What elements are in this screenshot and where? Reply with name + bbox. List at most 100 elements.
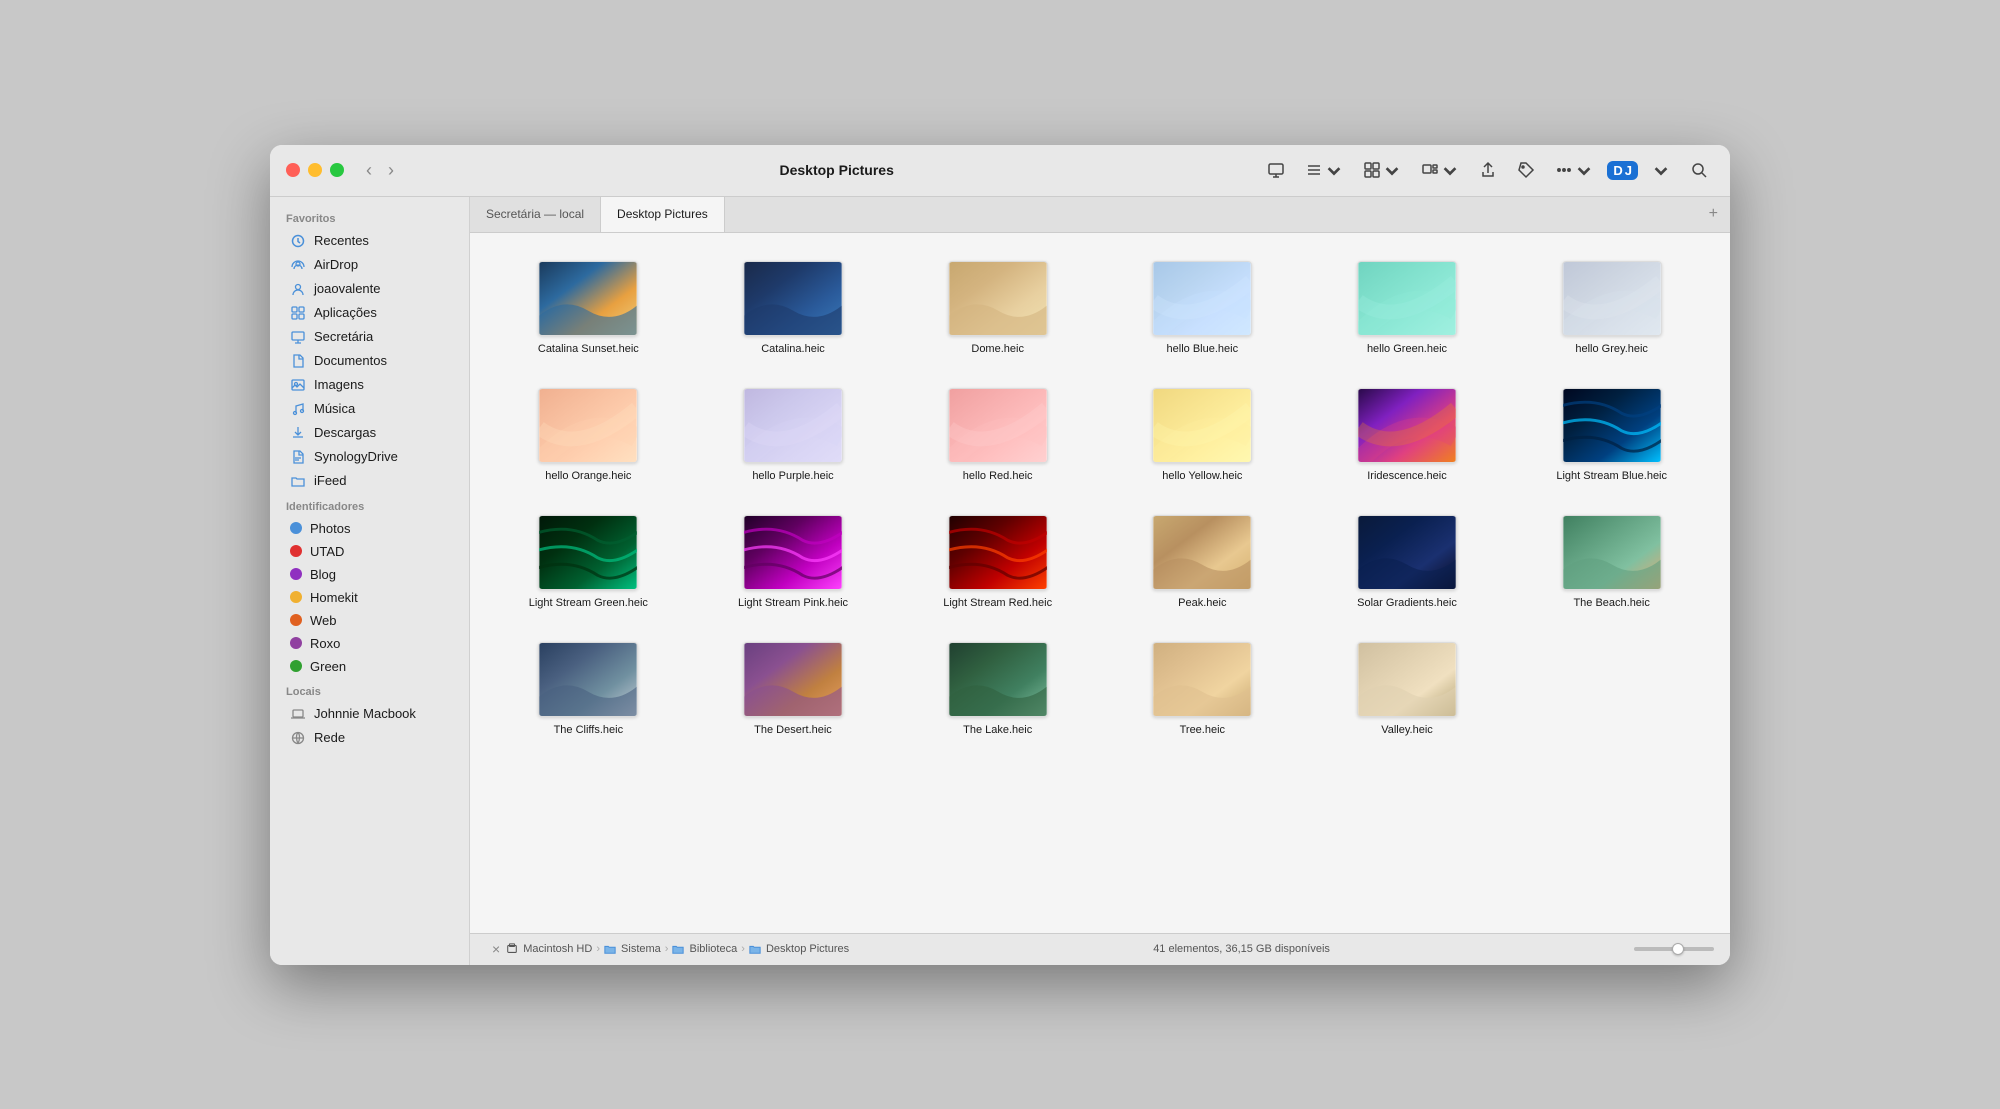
sidebar-item-rede[interactable]: Rede [274,726,465,750]
chevron-down-icon3 [1441,161,1459,179]
sidebar-item-documentos[interactable]: Documentos [274,349,465,373]
close-button[interactable] [286,163,300,177]
traffic-lights [286,163,344,177]
sidebar-item-secretaria[interactable]: Secretária [274,325,465,349]
sidebar-item-airdrop[interactable]: AirDrop [274,253,465,277]
file-item-peak[interactable]: Peak.heic [1104,507,1301,618]
forward-button[interactable]: › [382,156,400,185]
sidebar-item-synologydrive[interactable]: SynologyDrive [274,445,465,469]
sidebar-label-green: Green [310,659,346,674]
file-grid: Catalina Sunset.heic Catalina.heic Dome.he… [470,233,1730,933]
grid-view-button[interactable] [1357,157,1407,183]
chevron-down-icon [1325,161,1343,179]
more-button[interactable] [1549,157,1599,183]
back-button[interactable]: ‹ [360,156,378,185]
file-thumbnail [1152,388,1252,463]
file-item-hello-blue[interactable]: hello Blue.heic [1104,253,1301,364]
file-item-iridescence[interactable]: Iridescence.heic [1309,380,1506,491]
sidebar-label-joaovalente: joaovalente [314,281,381,296]
file-item-light-stream-pink[interactable]: Light Stream Pink.heic [695,507,892,618]
chevron-icon [1652,161,1670,179]
sidebar-item-ifeed[interactable]: iFeed [274,469,465,493]
sidebar-item-musica[interactable]: Música [274,397,465,421]
file-item-catalina-sunset[interactable]: Catalina Sunset.heic [490,253,687,364]
chevron-button[interactable] [1646,157,1676,183]
share-button[interactable] [1473,157,1503,183]
file-name: hello Purple.heic [752,469,833,483]
file-item-catalina[interactable]: Catalina.heic [695,253,892,364]
search-button[interactable] [1684,157,1714,183]
file-thumbnail [948,388,1048,463]
file-item-hello-purple[interactable]: hello Purple.heic [695,380,892,491]
file-item-hello-yellow[interactable]: hello Yellow.heic [1104,380,1301,491]
tab-secretaria[interactable]: Secretária — local [470,197,601,232]
sidebar-item-photos[interactable]: Photos [274,517,465,540]
file-name: Valley.heic [1381,723,1433,737]
file-item-hello-orange[interactable]: hello Orange.heic [490,380,687,491]
search-icon [1690,161,1708,179]
file-name: Dome.heic [971,342,1024,356]
file-item-cliffs[interactable]: The Cliffs.heic [490,634,687,745]
panel-close-button[interactable]: × [486,939,506,959]
sidebar-label-roxo: Roxo [310,636,340,651]
file-item-light-stream-green[interactable]: Light Stream Green.heic [490,507,687,618]
sidebar-item-web[interactable]: Web [274,609,465,632]
file-name: Tree.heic [1180,723,1225,737]
sidebar-label-web: Web [310,613,337,628]
app-icon-button[interactable]: D J [1607,161,1638,180]
dot-utad [290,545,302,557]
breadcrumb-item-desktoppictures: Desktop Pictures [749,943,849,955]
main-panel: Secretária — local Desktop Pictures + Ca… [470,197,1730,965]
grid-icon [1363,161,1381,179]
more-icon [1555,161,1573,179]
file-name: hello Blue.heic [1167,342,1239,356]
file-item-valley[interactable]: Valley.heic [1309,634,1506,745]
sidebar-item-utad[interactable]: UTAD [274,540,465,563]
file-thumbnail [1562,388,1662,463]
file-item-desert[interactable]: The Desert.heic [695,634,892,745]
sidebar-item-recentes[interactable]: Recentes [274,229,465,253]
sidebar-item-roxo[interactable]: Roxo [274,632,465,655]
sidebar-item-descargas[interactable]: Descargas [274,421,465,445]
file-thumbnail [538,388,638,463]
file-item-lake[interactable]: The Lake.heic [899,634,1096,745]
sidebar-item-green[interactable]: Green [274,655,465,678]
tab-desktop-pictures[interactable]: Desktop Pictures [601,197,725,232]
file-item-dome[interactable]: Dome.heic [899,253,1096,364]
dot-homekit [290,591,302,603]
file-item-hello-green[interactable]: hello Green.heic [1309,253,1506,364]
file-thumbnail [743,388,843,463]
zoom-slider[interactable] [1634,947,1714,951]
sidebar-section-locais: Locais [270,678,469,702]
gallery-view-button[interactable] [1415,157,1465,183]
sidebar-item-johnnie[interactable]: Johnnie Macbook [274,702,465,726]
file-item-tree[interactable]: Tree.heic [1104,634,1301,745]
file-name: hello Red.heic [963,469,1033,483]
file-thumbnail [948,642,1048,717]
sidebar-label-imagens: Imagens [314,377,364,392]
list-view-button[interactable] [1299,157,1349,183]
minimize-button[interactable] [308,163,322,177]
file-item-hello-red[interactable]: hello Red.heic [899,380,1096,491]
file-item-light-stream-blue[interactable]: Light Stream Blue.heic [1513,380,1710,491]
file-name: hello Grey.heic [1575,342,1648,356]
sidebar-item-blog[interactable]: Blog [274,563,465,586]
tab-add-button[interactable]: + [1697,197,1730,232]
file-item-beach[interactable]: The Beach.heic [1513,507,1710,618]
file-item-hello-grey[interactable]: hello Grey.heic [1513,253,1710,364]
file-name: The Cliffs.heic [554,723,624,737]
file-thumbnail [1357,642,1457,717]
file-item-solar[interactable]: Solar Gradients.heic [1309,507,1506,618]
maximize-button[interactable] [330,163,344,177]
sidebar: Favoritos Recentes [270,197,470,965]
sidebar-item-homekit[interactable]: Homekit [274,586,465,609]
chevron-down-icon2 [1383,161,1401,179]
sidebar-item-joaovalente[interactable]: joaovalente [274,277,465,301]
monitor-view-button[interactable] [1261,157,1291,183]
sidebar-label-homekit: Homekit [310,590,358,605]
sidebar-item-aplicacoes[interactable]: Aplicações [274,301,465,325]
sidebar-item-imagens[interactable]: Imagens [274,373,465,397]
file-name: Catalina Sunset.heic [538,342,639,356]
file-item-light-stream-red[interactable]: Light Stream Red.heic [899,507,1096,618]
tag-button[interactable] [1511,157,1541,183]
